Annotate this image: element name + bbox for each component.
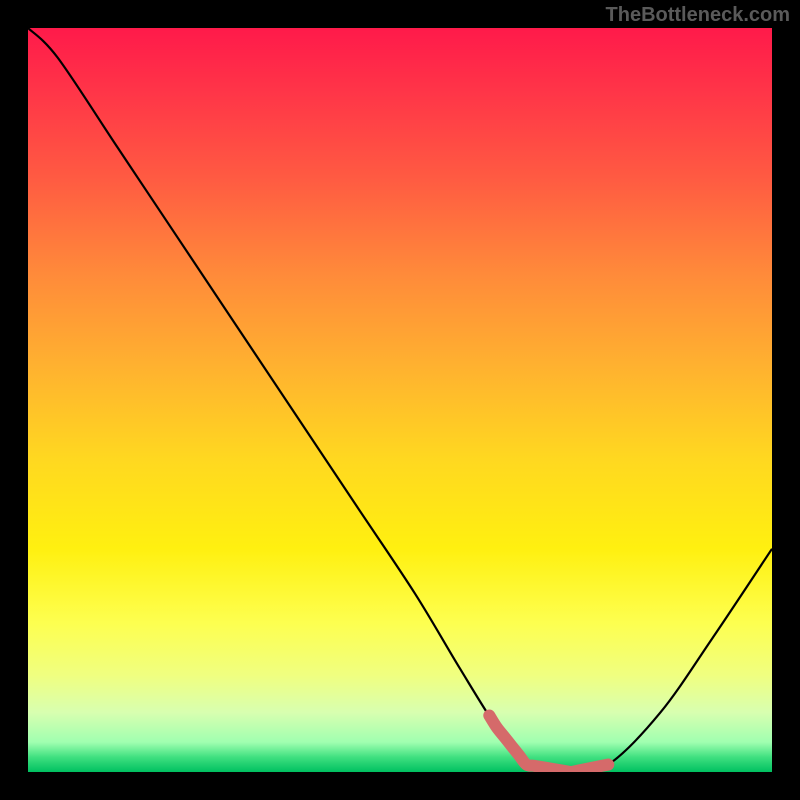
curve-svg (28, 28, 772, 772)
watermark-text: TheBottleneck.com (606, 4, 790, 27)
highlight-segment (489, 715, 608, 772)
bottleneck-curve (28, 28, 772, 772)
chart-area (28, 28, 772, 772)
